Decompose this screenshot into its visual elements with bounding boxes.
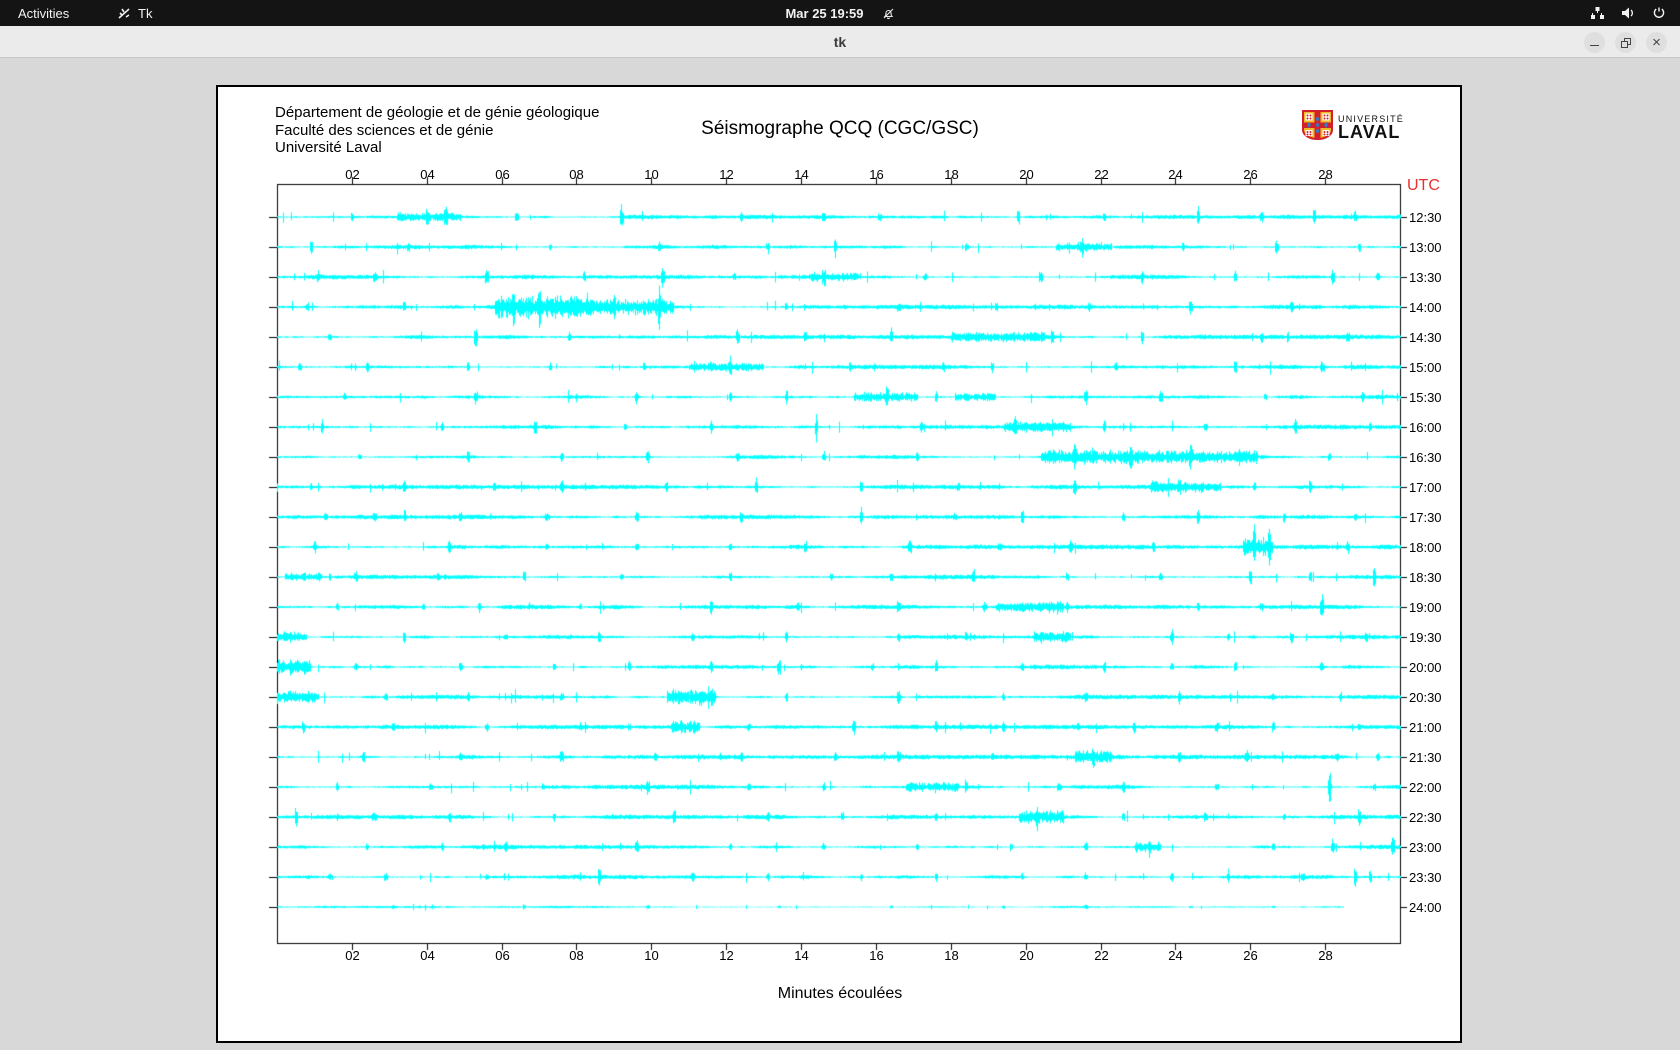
x-tick-label-top: 02 bbox=[345, 167, 360, 182]
minimize-icon bbox=[1590, 44, 1599, 47]
restore-button[interactable] bbox=[1615, 32, 1636, 53]
x-tick-label-bottom: 14 bbox=[794, 948, 809, 963]
notifications-muted-icon bbox=[882, 7, 895, 20]
time-label: 21:30 bbox=[1409, 750, 1442, 765]
laval-shield-icon bbox=[1302, 110, 1333, 145]
activities-label: Activities bbox=[18, 5, 70, 21]
x-tick-label-top: 12 bbox=[719, 167, 734, 182]
volume-icon bbox=[1621, 6, 1636, 20]
time-label: 13:00 bbox=[1409, 240, 1442, 255]
x-tick-label-bottom: 26 bbox=[1243, 948, 1258, 963]
network-wired-icon bbox=[1590, 6, 1605, 20]
time-label: 16:30 bbox=[1409, 450, 1442, 465]
logo-laval-text: LAVAL bbox=[1338, 122, 1401, 142]
seismograph-canvas: Département de géologie et de génie géol… bbox=[216, 85, 1462, 1043]
window-title-bar[interactable]: tk bbox=[0, 26, 1680, 58]
system-status-area[interactable] bbox=[1590, 0, 1666, 26]
x-axis-label: Minutes écoulées bbox=[777, 985, 903, 1002]
tk-app-icon bbox=[117, 6, 132, 21]
time-label: 16:00 bbox=[1409, 420, 1442, 435]
time-label: 14:30 bbox=[1409, 330, 1442, 345]
utc-axis-label: UTC bbox=[1407, 177, 1440, 194]
app-menu[interactable]: Tk bbox=[117, 0, 152, 26]
x-tick-label-top: 14 bbox=[794, 167, 809, 182]
x-tick-label-top: 22 bbox=[1094, 167, 1109, 182]
x-tick-label-top: 28 bbox=[1318, 167, 1333, 182]
gnome-top-bar: Activities Tk Mar 25 19:59 bbox=[0, 0, 1680, 26]
time-label: 13:30 bbox=[1409, 270, 1442, 285]
x-tick-label-top: 16 bbox=[869, 167, 884, 182]
time-label: 22:30 bbox=[1409, 810, 1442, 825]
x-tick-label-bottom: 04 bbox=[420, 948, 435, 963]
activities-button[interactable]: Activities bbox=[18, 0, 69, 26]
time-label: 23:30 bbox=[1409, 870, 1442, 885]
x-tick-label-bottom: 16 bbox=[869, 948, 884, 963]
close-button[interactable]: × bbox=[1646, 32, 1667, 53]
time-label: 21:00 bbox=[1409, 720, 1442, 735]
institution-line: Université Laval bbox=[275, 139, 382, 156]
app-menu-label: Tk bbox=[138, 5, 153, 21]
x-tick-label-bottom: 12 bbox=[719, 948, 734, 963]
time-label: 19:00 bbox=[1409, 600, 1442, 615]
time-label: 20:30 bbox=[1409, 690, 1442, 705]
x-tick-label-bottom: 24 bbox=[1168, 948, 1183, 963]
x-tick-label-top: 20 bbox=[1019, 167, 1034, 182]
clock-area: Mar 25 19:59 bbox=[0, 0, 1680, 26]
x-tick-label-bottom: 08 bbox=[569, 948, 584, 963]
time-label: 12:30 bbox=[1409, 210, 1442, 225]
time-label: 15:00 bbox=[1409, 360, 1442, 375]
power-icon bbox=[1652, 6, 1666, 20]
close-icon: × bbox=[1652, 34, 1661, 51]
time-label: 19:30 bbox=[1409, 630, 1442, 645]
x-tick-label-top: 18 bbox=[944, 167, 959, 182]
time-label: 24:00 bbox=[1409, 900, 1442, 915]
x-tick-label-bottom: 22 bbox=[1094, 948, 1109, 963]
x-tick-label-top: 24 bbox=[1168, 167, 1183, 182]
time-label: 23:00 bbox=[1409, 840, 1442, 855]
universite-laval-logo: UNIVERSITÉ LAVAL bbox=[1302, 110, 1404, 145]
x-tick-label-top: 06 bbox=[495, 167, 510, 182]
clock-button[interactable]: Mar 25 19:59 bbox=[785, 6, 894, 21]
window-title: tk bbox=[833, 34, 847, 50]
time-label: 17:00 bbox=[1409, 480, 1442, 495]
time-label: 17:30 bbox=[1409, 510, 1442, 525]
x-tick-label-bottom: 06 bbox=[495, 948, 510, 963]
desktop: Activities Tk Mar 25 19:59 tk × Départem… bbox=[0, 0, 1680, 1050]
clock-label: Mar 25 19:59 bbox=[785, 5, 864, 21]
time-label: 18:30 bbox=[1409, 570, 1442, 585]
x-tick-label-bottom: 02 bbox=[345, 948, 360, 963]
x-tick-label-bottom: 10 bbox=[644, 948, 659, 963]
restore-icon bbox=[1620, 37, 1631, 48]
chart-title: Séismographe QCQ (CGC/GSC) bbox=[701, 118, 979, 139]
x-tick-label-bottom: 20 bbox=[1019, 948, 1034, 963]
x-tick-label-top: 04 bbox=[420, 167, 435, 182]
time-label: 20:00 bbox=[1409, 660, 1442, 675]
x-tick-label-top: 08 bbox=[569, 167, 584, 182]
x-tick-label-top: 10 bbox=[644, 167, 659, 182]
minimize-button[interactable] bbox=[1584, 32, 1605, 53]
time-label: 14:00 bbox=[1409, 300, 1442, 315]
x-tick-label-bottom: 28 bbox=[1318, 948, 1333, 963]
tk-window-body: Département de géologie et de génie géol… bbox=[0, 58, 1680, 1050]
seismograph-plot bbox=[218, 87, 1460, 1041]
time-label: 15:30 bbox=[1409, 390, 1442, 405]
x-tick-label-top: 26 bbox=[1243, 167, 1258, 182]
time-label: 18:00 bbox=[1409, 540, 1442, 555]
time-label: 22:00 bbox=[1409, 780, 1442, 795]
x-tick-label-bottom: 18 bbox=[944, 948, 959, 963]
